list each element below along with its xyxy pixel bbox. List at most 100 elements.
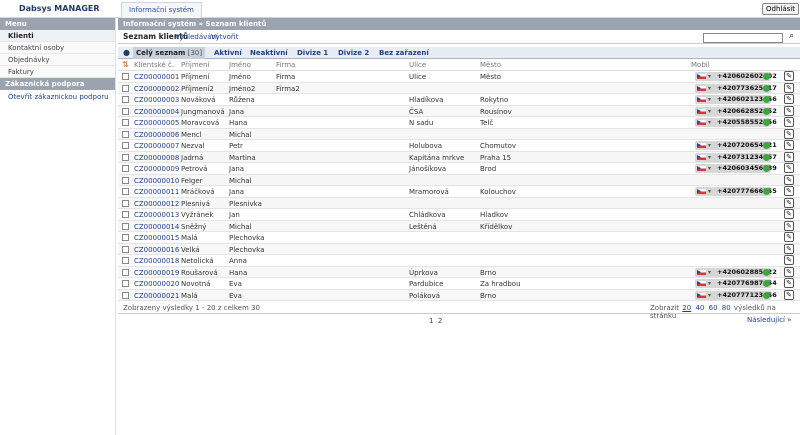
- phone-icon[interactable]: [763, 188, 770, 195]
- row-checkbox[interactable]: [122, 96, 129, 103]
- edit-icon[interactable]: ✎: [784, 197, 794, 208]
- edit-icon[interactable]: ✎: [784, 71, 794, 81]
- client-id-link[interactable]: CZ00000018: [134, 257, 179, 265]
- row-checkbox[interactable]: [122, 165, 129, 172]
- row-checkbox[interactable]: [122, 234, 129, 241]
- row-checkbox[interactable]: [122, 268, 129, 276]
- mobile-badge[interactable]: ▾ +420777666555: [695, 187, 777, 196]
- sidebar-item-kontaktni-osoby[interactable]: Kontaktní osoby: [0, 42, 115, 54]
- table-row[interactable]: CZ00000010 Felger Michal ✎: [118, 174, 800, 186]
- sidebar-item-klienti[interactable]: Klienti: [0, 30, 115, 42]
- col-klientske-cislo[interactable]: Klientské č.: [134, 61, 174, 69]
- edit-icon[interactable]: ✎: [784, 174, 794, 185]
- mobile-badge[interactable]: ▾ +420731234567: [695, 152, 777, 162]
- client-id-link[interactable]: CZ00000001: [134, 73, 179, 81]
- mobile-badge[interactable]: ▾ +420603456789: [695, 164, 777, 173]
- edit-icon[interactable]: ✎: [784, 94, 794, 104]
- col-ulice[interactable]: Ulice: [409, 61, 426, 69]
- edit-icon[interactable]: ✎: [784, 105, 794, 116]
- client-id-link[interactable]: CZ00000012: [134, 200, 179, 208]
- per-page-80[interactable]: 80: [722, 304, 731, 312]
- row-checkbox[interactable]: [122, 176, 129, 184]
- table-row[interactable]: CZ00000001 Příjmení Jméno Firma Ulice Město ▾ +…: [118, 71, 800, 83]
- sort-icon[interactable]: ⇅: [122, 60, 129, 69]
- per-page-60[interactable]: 60: [709, 304, 718, 312]
- client-id-link[interactable]: CZ00000004: [134, 108, 179, 116]
- row-checkbox[interactable]: [122, 107, 129, 115]
- search-input[interactable]: [703, 33, 783, 43]
- client-id-link[interactable]: CZ00000015: [134, 234, 179, 242]
- client-id-link[interactable]: CZ00000011: [134, 188, 179, 196]
- mobile-badge[interactable]: ▾ +420602602602: [695, 72, 777, 81]
- table-row[interactable]: CZ00000004 Jungmanová Jana ČSA Rousínov ▾ +420…: [118, 105, 800, 117]
- col-mobil[interactable]: Mobil: [691, 61, 710, 69]
- edit-icon[interactable]: ✎: [784, 232, 794, 242]
- client-id-link[interactable]: CZ00000007: [134, 142, 179, 150]
- mobile-badge[interactable]: ▾ +420602885522: [695, 267, 777, 277]
- row-checkbox[interactable]: [122, 245, 129, 253]
- per-page-40[interactable]: 40: [695, 304, 704, 312]
- edit-icon[interactable]: ✎: [784, 186, 794, 196]
- col-firma[interactable]: Firma: [276, 61, 295, 69]
- table-row[interactable]: CZ00000019 Roušarová Hana Úprkova Brno ▾ +4206…: [118, 266, 800, 278]
- phone-icon[interactable]: [763, 280, 770, 287]
- table-row[interactable]: CZ00000011 Mráčková Jana Mramorová Kolouchov…: [118, 186, 800, 198]
- mobile-badge[interactable]: ▾ +420558552556: [695, 118, 777, 127]
- table-row[interactable]: CZ00000002 Příjmení2 Jméno2 Firma2 ▾ +4207736…: [118, 82, 800, 94]
- sidebar-item-objednavky[interactable]: Objednávky: [0, 54, 115, 66]
- edit-icon[interactable]: ✎: [784, 128, 794, 139]
- tab-neaktivni[interactable]: Neaktivní: [247, 47, 291, 59]
- table-row[interactable]: CZ00000016 Velká Plechovka ✎: [118, 243, 800, 255]
- per-page-20[interactable]: 20: [682, 304, 691, 312]
- mobile-badge[interactable]: ▾ +420662852852: [695, 106, 777, 116]
- row-checkbox[interactable]: [122, 84, 129, 92]
- phone-icon[interactable]: [763, 84, 770, 92]
- tab-divize-2[interactable]: Divize 2: [335, 47, 372, 59]
- edit-icon[interactable]: ✎: [784, 82, 794, 93]
- row-checkbox[interactable]: [122, 153, 129, 161]
- table-row[interactable]: CZ00000007 Nezval Petr Holubova Chomutov ▾ +42…: [118, 140, 800, 152]
- row-checkbox[interactable]: [122, 130, 129, 138]
- page-1-link[interactable]: 1: [429, 317, 433, 325]
- mobile-badge[interactable]: ▾ +420776987654: [695, 279, 777, 288]
- phone-icon[interactable]: [763, 96, 770, 103]
- client-id-link[interactable]: CZ00000013: [134, 211, 179, 219]
- next-page-link[interactable]: Následující »: [747, 316, 792, 324]
- edit-icon[interactable]: ✎: [784, 255, 794, 265]
- mobile-badge[interactable]: ▾ +420773625817: [695, 83, 777, 93]
- phone-icon[interactable]: [763, 107, 770, 115]
- row-checkbox[interactable]: [122, 257, 129, 264]
- col-jmeno[interactable]: Jméno: [229, 61, 251, 69]
- phone-icon[interactable]: [763, 142, 770, 149]
- table-row[interactable]: CZ00000009 Petrová Jana Jánošíkova Brod ▾ +420…: [118, 163, 800, 175]
- client-id-link[interactable]: CZ00000008: [134, 154, 179, 162]
- row-checkbox[interactable]: [122, 211, 129, 218]
- client-id-link[interactable]: CZ00000009: [134, 165, 179, 173]
- edit-icon[interactable]: ✎: [784, 278, 794, 288]
- tab-cely-seznam[interactable]: Celý seznam [30]: [133, 47, 206, 59]
- tab-divize-1[interactable]: Divize 1: [294, 47, 331, 59]
- row-checkbox[interactable]: [122, 73, 129, 80]
- row-checkbox[interactable]: [122, 291, 129, 299]
- sidebar-item-faktury[interactable]: Faktury: [0, 66, 115, 78]
- row-checkbox[interactable]: [122, 222, 129, 230]
- search-icon[interactable]: ⌕: [785, 32, 798, 43]
- client-id-link[interactable]: CZ00000005: [134, 119, 179, 127]
- client-id-link[interactable]: CZ00000002: [134, 85, 179, 93]
- open-support-link[interactable]: Otevřít zákaznickou podporu: [0, 90, 115, 104]
- edit-icon[interactable]: ✎: [784, 289, 794, 300]
- edit-icon[interactable]: ✎: [784, 117, 794, 127]
- client-id-link[interactable]: CZ00000003: [134, 96, 179, 104]
- table-row[interactable]: CZ00000021 Malá Eva Poláková Brno ▾ +420777123…: [118, 289, 800, 301]
- row-checkbox[interactable]: [122, 188, 129, 195]
- phone-icon[interactable]: [763, 119, 770, 126]
- edit-icon[interactable]: ✎: [784, 163, 794, 173]
- phone-icon[interactable]: [763, 268, 770, 276]
- client-id-link[interactable]: CZ00000020: [134, 280, 179, 288]
- row-checkbox[interactable]: [122, 199, 129, 207]
- edit-icon[interactable]: ✎: [784, 209, 794, 219]
- tab-aktivni[interactable]: Aktivní: [211, 47, 245, 59]
- edit-icon[interactable]: ✎: [784, 140, 794, 150]
- col-mesto[interactable]: Město: [480, 61, 501, 69]
- table-row[interactable]: CZ00000018 Netolická Anna ✎: [118, 255, 800, 267]
